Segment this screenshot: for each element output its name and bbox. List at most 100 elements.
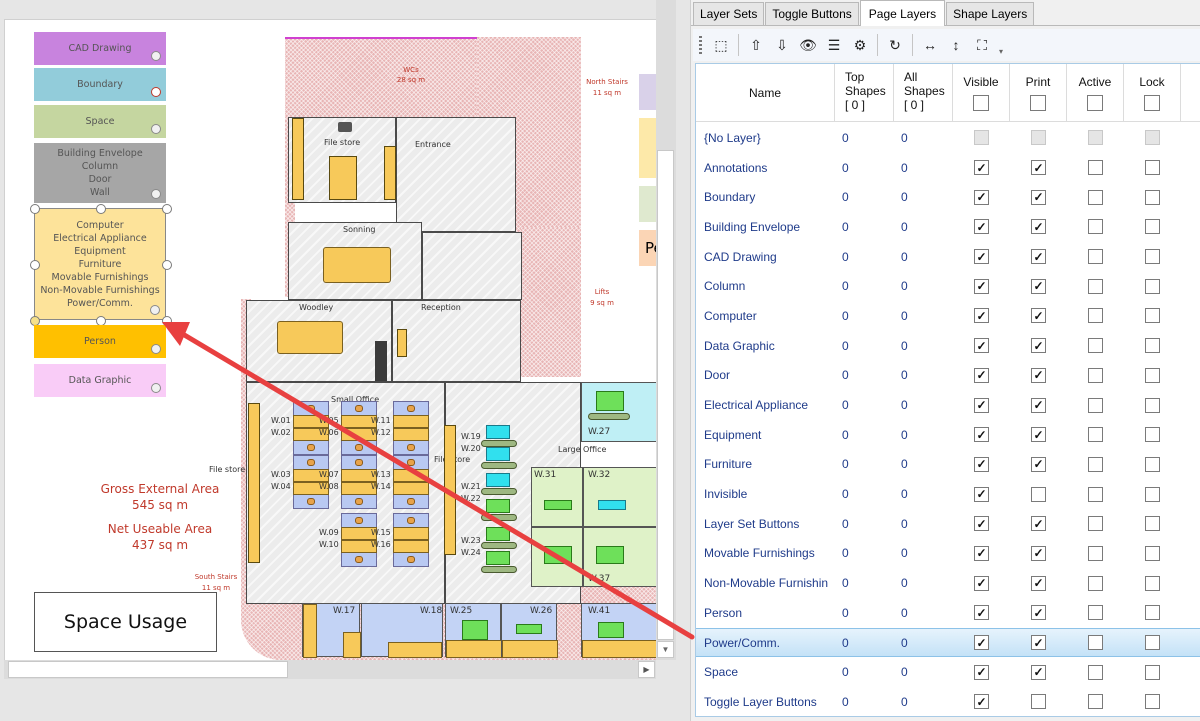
selection-handle[interactable] — [162, 260, 172, 270]
active-checkbox[interactable] — [1088, 367, 1103, 383]
room-entrance[interactable]: Entrance — [396, 117, 516, 232]
person-card[interactable] — [486, 499, 510, 513]
active-checkbox[interactable] — [1088, 486, 1103, 502]
print-checkbox[interactable]: ✓ — [1031, 160, 1046, 176]
lock-checkbox[interactable] — [1145, 219, 1160, 235]
active-checkbox[interactable] — [1088, 456, 1103, 472]
visible-checkbox[interactable]: ✓ — [974, 456, 989, 472]
active-checkbox[interactable] — [1088, 397, 1103, 413]
desk[interactable] — [393, 482, 429, 495]
office-w17[interactable]: W.17 — [302, 603, 361, 658]
selection-handle[interactable] — [30, 260, 40, 270]
tab-page-layers[interactable]: Page Layers — [859, 0, 946, 26]
layer-row[interactable]: Door 0 0 ✓ ✓ ✓ — [696, 361, 1200, 391]
office-w26[interactable]: W.26 — [501, 603, 558, 658]
horizontal-scroll-thumb[interactable] — [8, 661, 288, 678]
layer-row[interactable]: Furniture 0 0 ✓ ✓ ✓ — [696, 450, 1200, 480]
print-checkbox[interactable]: ✓ — [1031, 427, 1046, 443]
print-checkbox[interactable]: ✓ — [1031, 189, 1046, 205]
print-checkbox[interactable] — [1031, 694, 1046, 710]
horizontal-scrollbar[interactable]: ▶ — [4, 660, 656, 679]
visible-checkbox[interactable]: ✓ — [974, 278, 989, 294]
layer-row[interactable]: CAD Drawing 0 0 ✓ ✓ ✓ — [696, 242, 1200, 272]
tab-layer-sets[interactable]: Layer Sets — [693, 2, 765, 25]
lock-checkbox[interactable] — [1145, 456, 1160, 472]
print-checkbox[interactable]: ✓ — [1031, 605, 1046, 621]
print-checkbox[interactable]: ✓ — [1031, 545, 1046, 561]
pod-w37[interactable]: W.37 — [583, 527, 656, 587]
lock-checkbox[interactable] — [1145, 635, 1160, 651]
layer-row[interactable]: Electrical Appliance 0 0 ✓ ✓ ✓ — [696, 390, 1200, 420]
col-header-top-shapes[interactable]: Top Shapes [ 0 ] — [835, 64, 894, 122]
layer-row[interactable]: {No Layer} 0 0 — [696, 123, 1200, 153]
active-checkbox[interactable] — [1088, 516, 1103, 532]
print-checkbox[interactable]: ✓ — [1031, 338, 1046, 354]
lock-checkbox[interactable] — [1145, 338, 1160, 354]
active-checkbox[interactable] — [1088, 427, 1103, 443]
lock-checkbox[interactable] — [1145, 397, 1160, 413]
partial-layer-button[interactable] — [639, 74, 656, 110]
visible-checkbox[interactable]: ✓ — [974, 189, 989, 205]
layer-toggle-button[interactable]: Building Envelope Column Door Wall — [34, 143, 166, 203]
layer-row[interactable]: Boundary 0 0 ✓ ✓ ✓ — [696, 182, 1200, 212]
layer-row[interactable]: Person 0 0 ✓ ✓ ✓ — [696, 598, 1200, 628]
pod-w27[interactable]: W.27 — [581, 382, 656, 442]
person-card[interactable] — [486, 425, 510, 439]
selection-handle[interactable] — [96, 204, 106, 214]
desk[interactable] — [393, 428, 429, 441]
active-checkbox[interactable] — [1088, 545, 1103, 561]
print-checkbox[interactable] — [1031, 486, 1046, 502]
layer-toggle-button[interactable]: CAD Drawing — [34, 32, 166, 65]
lock-checkbox[interactable] — [1145, 249, 1160, 265]
toolbar-button[interactable]: ↻ — [882, 33, 908, 57]
scroll-right-arrow-icon[interactable]: ▶ — [638, 661, 655, 678]
toolbar-button[interactable]: ⇧ — [743, 33, 769, 57]
room-file-store[interactable]: File store — [288, 117, 396, 203]
visible-checkbox[interactable]: ✓ — [974, 308, 989, 324]
print-checkbox[interactable]: ✓ — [1031, 219, 1046, 235]
visible-checkbox[interactable]: ✓ — [974, 635, 989, 651]
lock-checkbox[interactable] — [1145, 545, 1160, 561]
visible-checkbox[interactable]: ✓ — [974, 545, 989, 561]
col-header-all-shapes[interactable]: All Shapes [ 0 ] — [894, 64, 953, 122]
lock-checkbox[interactable] — [1145, 160, 1160, 176]
active-checkbox[interactable] — [1088, 635, 1103, 651]
room-reception[interactable]: Reception — [392, 300, 521, 382]
vertical-scrollbar[interactable]: ▼ — [656, 0, 676, 660]
active-checkbox[interactable] — [1088, 308, 1103, 324]
toolbar-button[interactable]: ↔ — [917, 33, 943, 57]
drawing-page[interactable]: CAD Drawing Boundary Space Building Envelop… — [4, 19, 656, 660]
print-checkbox[interactable]: ✓ — [1031, 516, 1046, 532]
print-checkbox[interactable]: ✓ — [1031, 575, 1046, 591]
toolbar-button[interactable]: ⬚ — [708, 33, 734, 57]
layer-row[interactable]: Building Envelope 0 0 ✓ ✓ ✓ — [696, 212, 1200, 242]
visible-checkbox[interactable]: ✓ — [974, 427, 989, 443]
visible-checkbox[interactable]: ✓ — [974, 664, 989, 680]
active-all-checkbox[interactable] — [1087, 95, 1103, 111]
lock-checkbox[interactable] — [1145, 278, 1160, 294]
layer-row[interactable]: Equipment 0 0 ✓ ✓ ✓ — [696, 420, 1200, 450]
room-sonning[interactable]: Sonning — [288, 222, 422, 300]
layer-row[interactable]: Column 0 0 ✓ ✓ ✓ — [696, 271, 1200, 301]
toolbar-button[interactable]: ⚙ — [847, 33, 873, 57]
print-checkbox[interactable]: ✓ — [1031, 249, 1046, 265]
active-checkbox[interactable] — [1088, 219, 1103, 235]
visible-checkbox[interactable]: ✓ — [974, 338, 989, 354]
visible-checkbox[interactable]: ✓ — [974, 486, 989, 502]
room-lobby[interactable] — [422, 232, 522, 300]
partial-layer-button[interactable]: Pe — [639, 230, 656, 266]
print-checkbox[interactable]: ✓ — [1031, 397, 1046, 413]
office-w18[interactable]: W.18 — [361, 603, 443, 658]
print-checkbox[interactable]: ✓ — [1031, 367, 1046, 383]
pod-w36[interactable] — [531, 527, 583, 587]
layer-row[interactable]: Annotations 0 0 ✓ ✓ ✓ — [696, 153, 1200, 183]
tab-shape-layers[interactable]: Shape Layers — [946, 2, 1035, 25]
person-card[interactable] — [486, 473, 510, 487]
active-checkbox[interactable] — [1088, 575, 1103, 591]
layer-row[interactable]: Invisible 0 0 ✓ ✓ — [696, 479, 1200, 509]
desk[interactable] — [393, 415, 429, 428]
lock-checkbox[interactable] — [1145, 516, 1160, 532]
office-w41[interactable]: W.41 — [581, 603, 656, 658]
active-checkbox[interactable] — [1088, 338, 1103, 354]
selection-handle[interactable] — [162, 204, 172, 214]
